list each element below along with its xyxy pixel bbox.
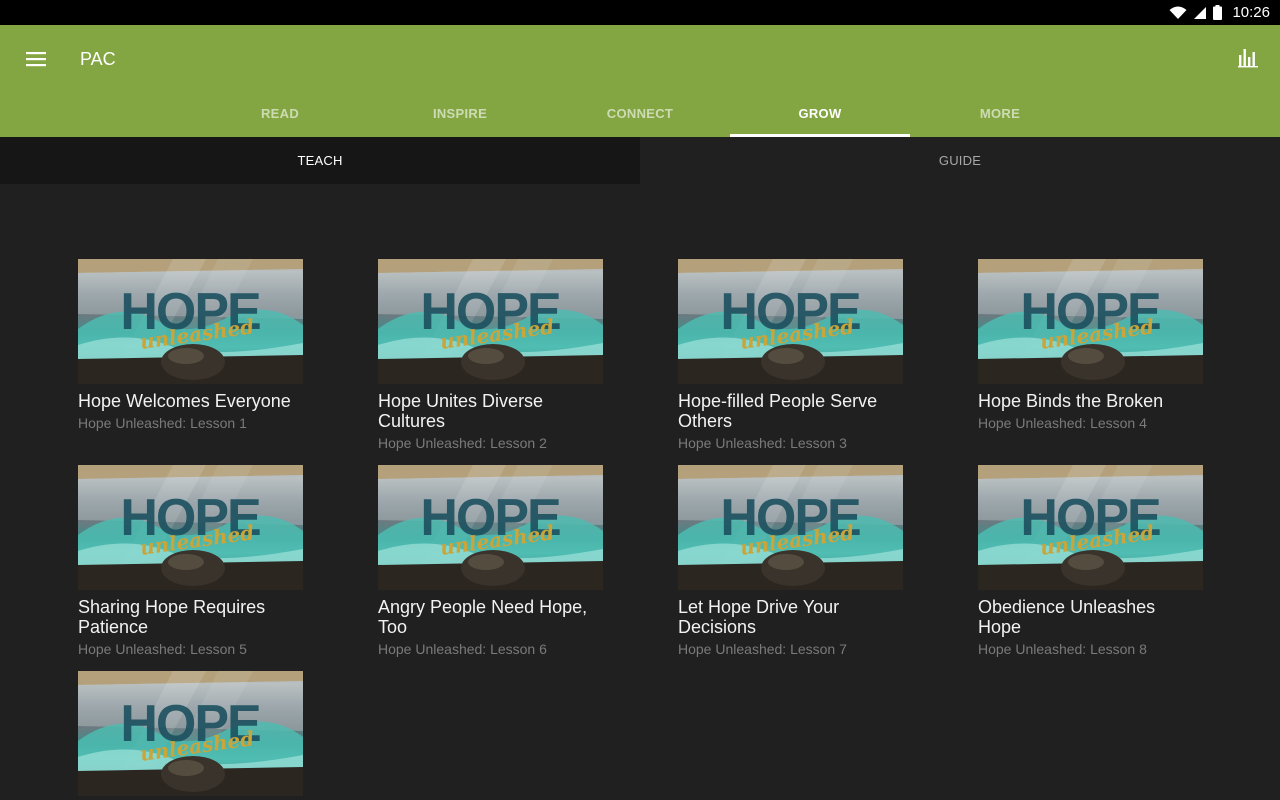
lesson-card[interactable]: HOPE unleashed Hope Binds the Broken Hop… — [978, 259, 1203, 433]
tab-read[interactable]: READ — [190, 89, 370, 137]
lesson-card[interactable]: HOPE unleashed — [78, 671, 303, 800]
menu-icon[interactable] — [24, 47, 48, 71]
status-icons: 10:26 — [1169, 0, 1270, 25]
lesson-title: Hope Welcomes Everyone — [78, 391, 291, 411]
tab-label: MORE — [979, 105, 1021, 121]
subtab-teach[interactable]: TEACH — [0, 137, 640, 184]
status-bar: 10:26 — [0, 0, 1280, 25]
hope-unleashed-artwork: HOPE unleashed — [78, 671, 303, 796]
app-bar: PAC READ INSPIRE CONNECT GROW MORE — [0, 25, 1280, 137]
tab-more[interactable]: MORE — [910, 89, 1090, 137]
lesson-card[interactable]: HOPE unleashed Let Hope Drive Your Decis… — [678, 465, 903, 659]
lesson-subtitle: Hope Unleashed: Lesson 5 — [78, 641, 247, 657]
lesson-thumbnail: HOPE unleashed — [78, 259, 303, 384]
lesson-subtitle: Hope Unleashed: Lesson 4 — [978, 415, 1147, 431]
hope-unleashed-artwork: HOPE unleashed — [78, 465, 303, 590]
lesson-title: Hope Binds the Broken — [978, 391, 1164, 411]
lesson-title: Angry People Need Hope, Too — [378, 597, 588, 637]
tab-label: INSPIRE — [432, 105, 488, 121]
lesson-thumbnail: HOPE unleashed — [78, 671, 303, 796]
hope-unleashed-artwork: HOPE unleashed — [678, 259, 903, 384]
lesson-title: Obedience Unleashes Hope — [978, 597, 1156, 637]
lesson-card[interactable]: HOPE unleashed Hope Welcomes Everyone Ho… — [78, 259, 303, 433]
wifi-icon — [1169, 6, 1187, 19]
main-tabs: READ INSPIRE CONNECT GROW MORE — [190, 89, 1090, 137]
subtab-label: GUIDE — [938, 153, 982, 168]
hope-unleashed-artwork: HOPE unleashed — [378, 259, 603, 384]
lesson-thumbnail: HOPE unleashed — [978, 259, 1203, 384]
lesson-title: Hope-filled People Serve Others — [678, 391, 878, 431]
lesson-subtitle: Hope Unleashed: Lesson 6 — [378, 641, 547, 657]
hope-unleashed-artwork: HOPE unleashed — [378, 465, 603, 590]
sub-tabs: TEACH GUIDE — [0, 137, 1280, 184]
lesson-card[interactable]: HOPE unleashed Angry People Need Hope, T… — [378, 465, 603, 659]
tab-label: GROW — [798, 105, 842, 121]
tab-label: CONNECT — [606, 105, 674, 121]
lesson-thumbnail: HOPE unleashed — [378, 465, 603, 590]
lesson-card[interactable]: HOPE unleashed Hope Unites Diverse Cultu… — [378, 259, 603, 453]
hope-unleashed-artwork: HOPE unleashed — [978, 465, 1203, 590]
lesson-subtitle: Hope Unleashed: Lesson 3 — [678, 435, 847, 451]
status-time: 10:26 — [1232, 4, 1270, 21]
tab-inspire[interactable]: INSPIRE — [370, 89, 550, 137]
lesson-thumbnail: HOPE unleashed — [378, 259, 603, 384]
battery-icon — [1213, 5, 1223, 20]
tab-label: READ — [260, 105, 300, 121]
subtab-guide[interactable]: GUIDE — [640, 137, 1280, 184]
lesson-card[interactable]: HOPE unleashed Hope-filled People Serve … — [678, 259, 903, 453]
lesson-thumbnail: HOPE unleashed — [78, 465, 303, 590]
app-title: PAC — [80, 49, 116, 69]
hope-unleashed-artwork: HOPE unleashed — [678, 465, 903, 590]
hope-unleashed-artwork: HOPE unleashed — [978, 259, 1203, 384]
lesson-card[interactable]: HOPE unleashed Obedience Unleashes Hope … — [978, 465, 1203, 659]
lesson-subtitle: Hope Unleashed: Lesson 7 — [678, 641, 847, 657]
lesson-thumbnail: HOPE unleashed — [678, 259, 903, 384]
lesson-card[interactable]: HOPE unleashed Sharing Hope Requires Pat… — [78, 465, 303, 659]
tab-connect[interactable]: CONNECT — [550, 89, 730, 137]
lesson-subtitle: Hope Unleashed: Lesson 8 — [978, 641, 1147, 657]
app-root: 10:26 PAC READ INSPIRE CONNECT GROW MORE… — [0, 0, 1280, 800]
lesson-title: Let Hope Drive Your Decisions — [678, 597, 840, 637]
hope-unleashed-artwork: HOPE unleashed — [78, 259, 303, 384]
tab-grow[interactable]: GROW — [730, 89, 910, 137]
lesson-thumbnail: HOPE unleashed — [978, 465, 1203, 590]
lesson-title: Sharing Hope Requires Patience — [78, 597, 266, 637]
subtab-label: TEACH — [297, 153, 343, 168]
lesson-thumbnail: HOPE unleashed — [678, 465, 903, 590]
bar-chart-icon[interactable] — [1236, 45, 1260, 69]
lesson-title: Hope Unites Diverse Cultures — [378, 391, 544, 431]
cell-signal-icon — [1194, 6, 1207, 19]
lesson-subtitle: Hope Unleashed: Lesson 1 — [78, 415, 247, 431]
lesson-subtitle: Hope Unleashed: Lesson 2 — [378, 435, 547, 451]
